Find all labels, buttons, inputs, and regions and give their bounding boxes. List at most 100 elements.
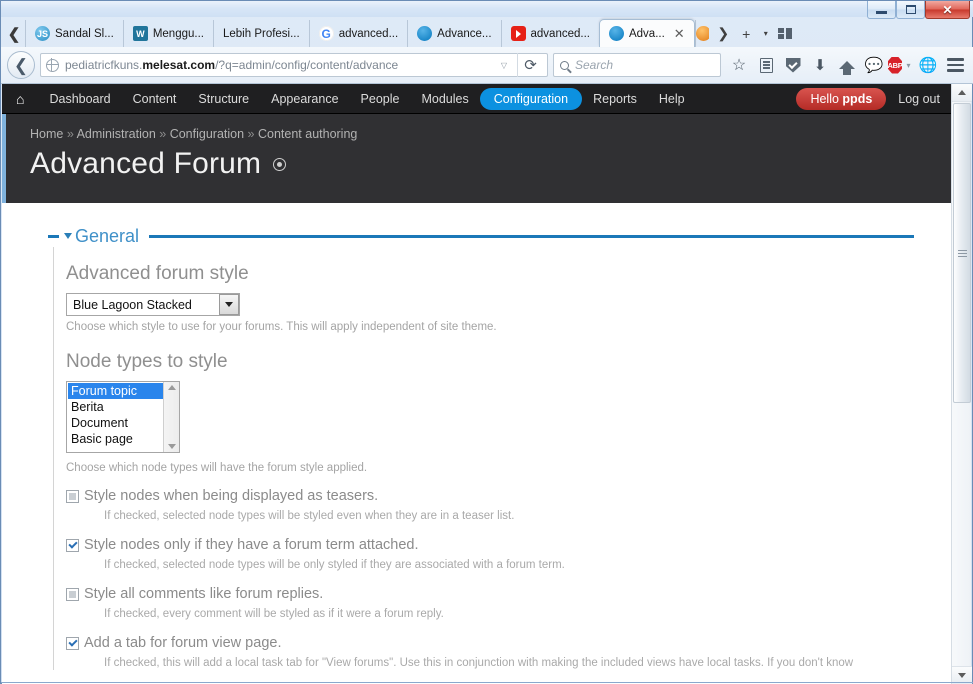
browser-tab-3[interactable]: Lebih Profesi...	[213, 20, 309, 47]
scroll-down-arrow-icon	[958, 673, 966, 678]
scrollbar-thumb[interactable]	[953, 103, 971, 403]
logout-link[interactable]: Log out	[898, 92, 940, 106]
field-node-types-to-style: Node types to style Forum topic Berita D…	[66, 351, 914, 474]
browser-tab-2[interactable]: W Menggu...	[123, 20, 213, 47]
globe-icon	[46, 59, 59, 72]
browser-tab-7-active[interactable]: Adva... ✕	[599, 19, 695, 47]
tab-scroll-right-button[interactable]: ❯	[713, 23, 734, 45]
home-button[interactable]	[834, 52, 860, 78]
admin-menu-content[interactable]: Content	[122, 88, 188, 110]
target-dot-icon[interactable]	[273, 158, 286, 171]
adblock-icon: ABP	[888, 57, 903, 74]
back-button[interactable]: ❮	[7, 51, 35, 79]
tab-list-caret-icon[interactable]: ▾	[759, 23, 773, 45]
checkbox-description: If checked, selected node types will be …	[104, 558, 565, 572]
breadcrumb-item-administration[interactable]: Administration	[77, 127, 156, 141]
breadcrumb-item-content-authoring[interactable]: Content authoring	[258, 127, 357, 141]
listbox-option-berita[interactable]: Berita	[68, 399, 163, 415]
advanced-forum-style-select[interactable]: Blue Lagoon Stacked	[66, 293, 240, 316]
admin-menu-help[interactable]: Help	[648, 88, 696, 110]
tab-title: Sandal Sl...	[55, 28, 114, 40]
search-bar[interactable]: Search	[553, 53, 721, 77]
admin-menu-reports[interactable]: Reports	[582, 88, 648, 110]
new-tab-button[interactable]: +	[736, 23, 757, 45]
chevron-down-icon: ▾	[902, 61, 914, 70]
downloads-icon: ⬇	[814, 56, 827, 74]
breadcrumb-separator: »	[159, 127, 166, 141]
admin-menu-people[interactable]: People	[350, 88, 411, 110]
admin-menu-dashboard[interactable]: Dashboard	[38, 88, 121, 110]
breadcrumb: Home » Administration » Configuration » …	[30, 127, 954, 141]
checkbox-row-teasers[interactable]: Style nodes when being displayed as teas…	[66, 487, 914, 523]
checkbox-teasers[interactable]	[66, 490, 79, 503]
pocket-button[interactable]	[780, 52, 806, 78]
home-icon	[839, 61, 855, 69]
chevron-down-icon[interactable]	[64, 233, 72, 239]
bookmark-star-button[interactable]: ☆	[726, 52, 752, 78]
hamburger-menu-icon	[947, 58, 964, 71]
tab-close-icon[interactable]: ✕	[674, 27, 685, 40]
legend-rule	[149, 235, 914, 238]
adblock-button[interactable]: ABP▾	[888, 52, 914, 78]
page-scrollbar[interactable]	[951, 84, 971, 684]
tab-title: Advance...	[437, 28, 491, 40]
checkbox-row-comments[interactable]: Style all comments like forum replies. I…	[66, 585, 914, 621]
address-bar[interactable]: pediatricfkuns.melesat.com/?q=admin/conf…	[40, 53, 548, 77]
admin-menu-configuration[interactable]: Configuration	[480, 88, 582, 110]
checkbox-label: Style nodes when being displayed as teas…	[84, 488, 378, 504]
breadcrumb-item-configuration[interactable]: Configuration	[170, 127, 244, 141]
grid-view-icon	[778, 28, 792, 40]
google-icon: G	[319, 26, 334, 41]
browser-tab-5[interactable]: Advance...	[407, 20, 500, 47]
listbox-option-forum-topic[interactable]: Forum topic	[68, 383, 163, 399]
checkbox-comments[interactable]	[66, 588, 79, 601]
checkbox-text: Style nodes only if they have a forum te…	[84, 536, 565, 572]
node-types-listbox[interactable]: Forum topic Berita Document Basic page	[66, 381, 180, 453]
browser-tab-1[interactable]: JS Sandal Sl...	[25, 20, 123, 47]
home-icon[interactable]: ⌂	[16, 91, 24, 107]
listbox-option-basic-page[interactable]: Basic page	[68, 431, 163, 447]
settings-form: General Advanced forum style Blue Lagoon…	[2, 203, 954, 684]
chat-button[interactable]: 💬	[861, 52, 887, 78]
tab-scroll-left-button[interactable]: ❮	[3, 21, 25, 47]
admin-menu-structure[interactable]: Structure	[187, 88, 260, 110]
tab-title: Lebih Profesi...	[223, 28, 300, 40]
admin-menu-appearance[interactable]: Appearance	[260, 88, 349, 110]
browser-menu-button[interactable]	[942, 52, 968, 78]
pocket-shield-icon	[786, 58, 801, 73]
tab-title: Adva...	[629, 28, 665, 40]
browser-tab-4[interactable]: G advanced...	[309, 20, 407, 47]
tab-grid-button[interactable]	[775, 23, 796, 45]
checkbox-row-forum-term[interactable]: Style nodes only if they have a forum te…	[66, 536, 914, 572]
chevron-down-icon[interactable]: ▽	[497, 61, 511, 70]
checkbox-forum-term[interactable]	[66, 539, 79, 552]
browser-tab-partial[interactable]	[695, 20, 709, 47]
checkbox-forum-tab[interactable]	[66, 637, 79, 650]
page-title: Advanced Forum	[30, 147, 954, 181]
scroll-up-arrow-icon[interactable]	[168, 385, 176, 390]
checkbox-text: Add a tab for forum view page. If checke…	[84, 634, 853, 670]
downloads-button[interactable]: ⬇	[807, 52, 833, 78]
translate-button[interactable]: 🌐	[915, 52, 941, 78]
listbox-option-document[interactable]: Document	[68, 415, 163, 431]
page-header: Home » Administration » Configuration » …	[2, 114, 954, 203]
checkbox-text: Style nodes when being displayed as teas…	[84, 487, 514, 523]
search-placeholder: Search	[575, 58, 613, 72]
reload-button[interactable]: ⟳	[517, 53, 543, 77]
tab-title: advanced...	[339, 28, 398, 40]
admin-menu-modules[interactable]: Modules	[410, 88, 479, 110]
checkbox-description: If checked, this will add a local task t…	[104, 656, 853, 670]
breadcrumb-item-home[interactable]: Home	[30, 127, 63, 141]
drupal-icon	[417, 26, 432, 41]
listbox-scrollbar[interactable]	[163, 382, 179, 452]
field-advanced-forum-style: Advanced forum style Blue Lagoon Stacked…	[66, 263, 914, 333]
reader-list-button[interactable]	[753, 52, 779, 78]
browser-tab-6[interactable]: advanced...	[501, 20, 599, 47]
scroll-down-arrow-icon[interactable]	[168, 444, 176, 449]
scroll-up-button[interactable]	[952, 84, 972, 102]
checkbox-description: If checked, selected node types will be …	[104, 509, 514, 523]
fieldset-legend[interactable]: General	[48, 225, 914, 247]
user-greeting-badge[interactable]: Hello ppds	[796, 88, 886, 110]
checkbox-label: Add a tab for forum view page.	[84, 635, 281, 651]
checkbox-row-forum-tab[interactable]: Add a tab for forum view page. If checke…	[66, 634, 914, 670]
